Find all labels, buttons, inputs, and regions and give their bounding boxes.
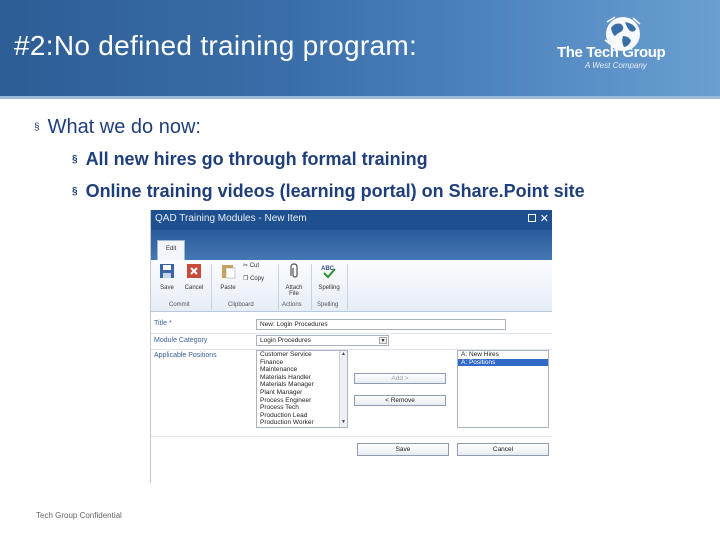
paste-icon (222, 265, 236, 279)
bullet-level1: § What we do now: (34, 116, 201, 139)
ribbon-save-label: Save (160, 285, 174, 291)
maximize-icon[interactable] (528, 214, 536, 222)
company-logo: The Tech Group A West Company (555, 14, 705, 76)
bullet-text: All new hires go through formal training (85, 149, 428, 169)
ribbon-separator (347, 264, 348, 310)
footer-confidential: Tech Group Confidential (36, 511, 122, 520)
title-field[interactable]: New: Login Procedures (256, 319, 506, 330)
available-position-item[interactable]: Plant Manager (257, 389, 347, 397)
copy-icon: ❐ (243, 276, 249, 282)
banner-divider (0, 96, 720, 99)
sharepoint-titlebar: QAD Training Modules - New Item ✕ (151, 210, 552, 230)
ribbon-cut-label: Cut (249, 263, 260, 269)
ribbon-attach-file-button[interactable]: Attach File (281, 263, 307, 299)
ribbon-copy-label: Copy (250, 276, 265, 282)
module-category-select[interactable]: Login Procedures ▼ (256, 335, 389, 346)
remove-position-button[interactable]: < Remove (354, 395, 446, 406)
bullet-marker-icon: § (34, 122, 40, 133)
available-positions-items: Customer Service Finance Maintenance Materi… (257, 351, 347, 427)
group-commit: Commit (169, 302, 190, 308)
ribbon-cancel-button[interactable]: Cancel (181, 263, 207, 299)
selected-positions-list[interactable]: A: New Hires A: Positions (457, 350, 549, 428)
ribbon-separator (278, 264, 279, 310)
available-position-item[interactable]: Materials Handler (257, 374, 347, 382)
ribbon: Save Cancel Commit Paste ✂ Cut ❐ Copy Cl… (151, 260, 552, 312)
available-positions-scrollbar[interactable]: ▲ ▼ (339, 351, 347, 427)
available-position-item[interactable]: Process Engineer (257, 397, 347, 405)
ribbon-copy-button[interactable]: ❐ Copy (243, 275, 264, 282)
title-field-label: Title * (154, 320, 172, 327)
applicable-positions-label: Applicable Positions (154, 352, 217, 359)
close-icon[interactable]: ✕ (540, 212, 549, 225)
bullet-text: What we do now: (47, 116, 201, 138)
ribbon-separator (211, 264, 212, 310)
selected-position-item[interactable]: A: New Hires (458, 351, 548, 359)
logo-tagline: A West Company (585, 61, 647, 70)
available-position-item[interactable]: Maintenance (257, 366, 347, 374)
bullet-level2: § All new hires go through formal trainin… (72, 149, 428, 170)
available-position-item[interactable]: Production Lead (257, 412, 347, 420)
sharepoint-screenshot: QAD Training Modules - New Item ✕ Edit S… (150, 210, 552, 483)
ribbon-spelling-label: Spelling (318, 285, 340, 291)
scroll-up-icon[interactable]: ▲ (340, 351, 347, 359)
selected-positions-items: A: New Hires A: Positions (458, 351, 548, 367)
ribbon-save-button[interactable]: Save (154, 263, 180, 299)
available-position-item[interactable]: Production Worker (257, 419, 347, 427)
form-divider (151, 333, 552, 334)
bullet-marker-icon: § (72, 154, 78, 165)
logo-name: The Tech Group (557, 44, 666, 61)
module-category-label: Module Category (154, 337, 208, 344)
save-icon (160, 264, 174, 278)
bullet-marker-icon: § (72, 186, 78, 197)
slide-title: #2:No defined training program: (14, 30, 418, 61)
bullet-level2: § Online training videos (learning portal… (72, 181, 585, 202)
available-position-item[interactable]: Materials Manager (257, 381, 347, 389)
ribbon-paste-label: Paste (220, 285, 236, 291)
ribbon-separator (311, 264, 312, 310)
group-spelling: Spelling (317, 302, 339, 308)
ribbon-cut-button[interactable]: ✂ Cut (243, 262, 259, 269)
chevron-down-icon[interactable]: ▼ (379, 337, 387, 344)
paperclip-icon (290, 263, 298, 278)
cancel-button[interactable]: Cancel (457, 443, 549, 456)
ribbon-spelling-button[interactable]: ABC Spelling (314, 263, 344, 299)
bullet-text: Online training videos (learning portal)… (85, 181, 585, 201)
title-banner: #2:No defined training program: The Tech… (0, 0, 720, 96)
add-position-button[interactable]: Add > (354, 373, 446, 384)
ribbon-cancel-label: Cancel (184, 285, 204, 291)
form-divider (151, 436, 552, 437)
ribbon-paste-button[interactable]: Paste (215, 263, 241, 299)
available-position-item[interactable]: Finance (257, 359, 347, 367)
selected-position-item[interactable]: A: Positions (458, 358, 548, 367)
group-clipboard: Clipboard (228, 302, 254, 308)
sharepoint-window-title: QAD Training Modules - New Item (155, 213, 307, 224)
scroll-down-icon[interactable]: ▼ (340, 419, 347, 427)
ribbon-attach-file-label: Attach File (285, 285, 303, 297)
module-category-value: Login Procedures (260, 337, 311, 344)
spellcheck-icon: ABC (321, 266, 336, 279)
cancel-icon (187, 264, 201, 278)
tab-edit[interactable]: Edit (157, 240, 185, 260)
save-button[interactable]: Save (357, 443, 449, 456)
available-position-item[interactable]: Customer Service (257, 351, 347, 359)
group-actions: Actions (282, 302, 302, 308)
cut-icon: ✂ (243, 263, 249, 269)
available-position-item[interactable]: Process Tech (257, 404, 347, 412)
available-positions-list[interactable]: Customer Service Finance Maintenance Materi… (256, 350, 348, 428)
